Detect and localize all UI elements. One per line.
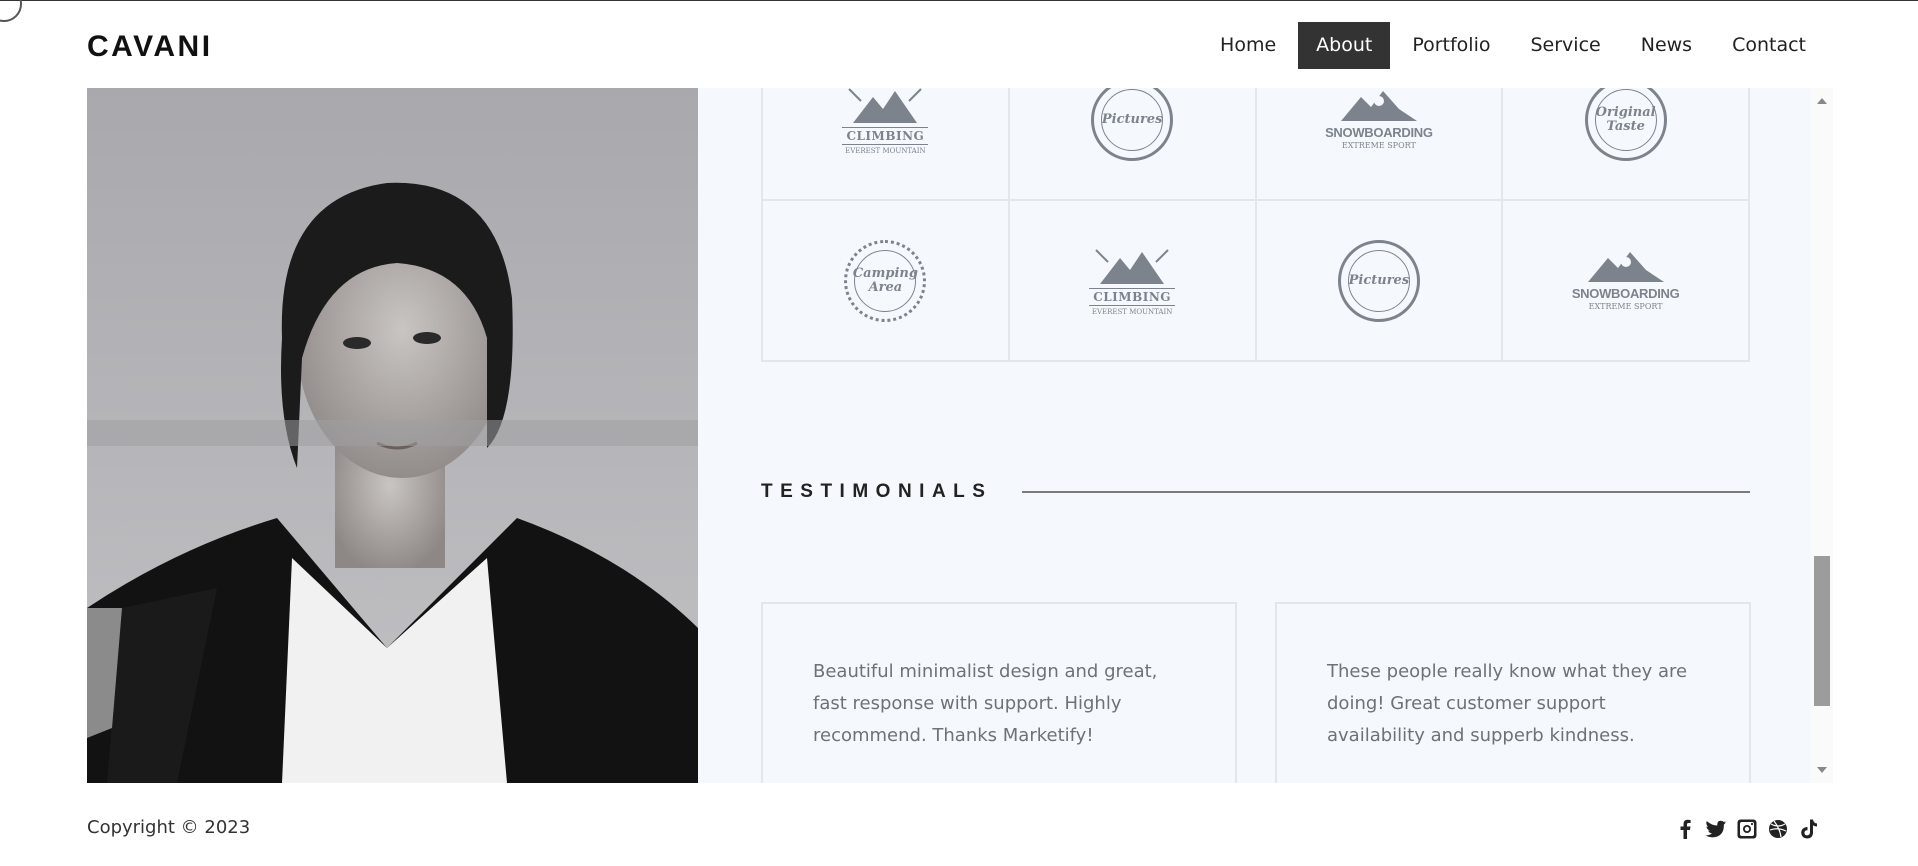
partner-logo-text: CLIMBING bbox=[842, 126, 929, 145]
nav-service[interactable]: Service bbox=[1513, 22, 1619, 69]
nav-home[interactable]: Home bbox=[1202, 22, 1294, 69]
main-nav: Home About Portfolio Service News Contac… bbox=[1202, 22, 1824, 69]
scroll-thumb[interactable] bbox=[1814, 556, 1830, 706]
portrait-photo bbox=[87, 88, 698, 783]
pictures-logo: Pictures bbox=[1337, 239, 1420, 322]
original-taste-logo: Original Taste bbox=[1584, 88, 1667, 161]
nav-news[interactable]: News bbox=[1623, 22, 1710, 69]
partner-cell[interactable]: Pictures bbox=[1256, 201, 1504, 362]
content-panel: CLIMBING EVEREST MOUNTAIN Pictures SNOWB… bbox=[698, 88, 1811, 783]
partner-cell[interactable]: Camping Area bbox=[763, 201, 1010, 362]
twitter-icon[interactable] bbox=[1705, 818, 1726, 839]
instagram-icon[interactable] bbox=[1736, 818, 1757, 839]
climbing-logo: CLIMBING EVEREST MOUNTAIN bbox=[1089, 246, 1176, 316]
nav-contact[interactable]: Contact bbox=[1714, 22, 1824, 69]
partner-logo-subtext: EVEREST MOUNTAIN bbox=[1091, 307, 1173, 316]
cursor-indicator bbox=[0, 0, 22, 22]
scroll-down-arrow-icon[interactable] bbox=[1817, 767, 1827, 773]
partner-cell[interactable]: Pictures bbox=[1009, 88, 1257, 201]
camping-area-logo: Camping Area bbox=[844, 239, 927, 322]
testimonials-header: TESTIMONIALS bbox=[761, 481, 1750, 503]
partner-logo-subtext: EVEREST MOUNTAIN bbox=[845, 146, 926, 155]
pictures-logo: Pictures bbox=[1091, 88, 1174, 161]
partner-logo-subtext: EXTREME SPORT bbox=[1588, 302, 1663, 311]
title-divider bbox=[1022, 491, 1750, 493]
scroll-up-arrow-icon[interactable] bbox=[1817, 98, 1827, 104]
dribbble-icon[interactable] bbox=[1767, 818, 1788, 839]
partners-grid: CLIMBING EVEREST MOUNTAIN Pictures SNOWB… bbox=[761, 88, 1750, 362]
testimonial-card: Beautiful minimalist design and great, f… bbox=[761, 602, 1237, 783]
site-logo[interactable]: CAVANI bbox=[87, 30, 213, 64]
facebook-icon[interactable] bbox=[1674, 818, 1695, 839]
partner-cell[interactable]: Original Taste bbox=[1503, 88, 1750, 201]
nav-portfolio[interactable]: Portfolio bbox=[1394, 22, 1508, 69]
climbing-logo: CLIMBING EVEREST MOUNTAIN bbox=[842, 88, 929, 155]
top-border bbox=[0, 0, 1918, 1]
partner-logo-subtext: EXTREME SPORT bbox=[1341, 141, 1416, 150]
partner-cell[interactable]: SNOWBOARDING EXTREME SPORT bbox=[1256, 88, 1504, 201]
testimonial-text: Beautiful minimalist design and great, f… bbox=[813, 661, 1158, 746]
testimonial-text: These people really know what they are d… bbox=[1327, 661, 1688, 746]
partner-logo-text: Original Taste bbox=[1594, 88, 1657, 151]
partner-logo-text: CLIMBING bbox=[1089, 287, 1176, 306]
copyright-text: Copyright © 2023 bbox=[87, 817, 251, 838]
partner-cell[interactable]: SNOWBOARDING EXTREME SPORT bbox=[1503, 201, 1750, 362]
panel-scrollbar[interactable] bbox=[1811, 88, 1833, 783]
partner-cell[interactable]: CLIMBING EVEREST MOUNTAIN bbox=[763, 88, 1010, 201]
nav-about[interactable]: About bbox=[1298, 22, 1391, 69]
tiktok-icon[interactable] bbox=[1798, 818, 1819, 839]
partner-logo-text: Pictures bbox=[1101, 88, 1164, 151]
section-title: TESTIMONIALS bbox=[761, 481, 993, 502]
testimonial-card: These people really know what they are d… bbox=[1275, 602, 1751, 783]
snowboarding-logo: SNOWBOARDING EXTREME SPORT bbox=[1572, 250, 1680, 311]
snowboarding-logo: SNOWBOARDING EXTREME SPORT bbox=[1325, 89, 1433, 150]
social-links bbox=[1674, 818, 1819, 839]
partner-logo-text: Pictures bbox=[1347, 249, 1410, 312]
partner-logo-text: SNOWBOARDING bbox=[1325, 125, 1433, 140]
partner-logo-text: SNOWBOARDING bbox=[1571, 286, 1680, 301]
partner-logo-text: Camping Area bbox=[853, 249, 918, 312]
partner-cell[interactable]: CLIMBING EVEREST MOUNTAIN bbox=[1009, 201, 1257, 362]
